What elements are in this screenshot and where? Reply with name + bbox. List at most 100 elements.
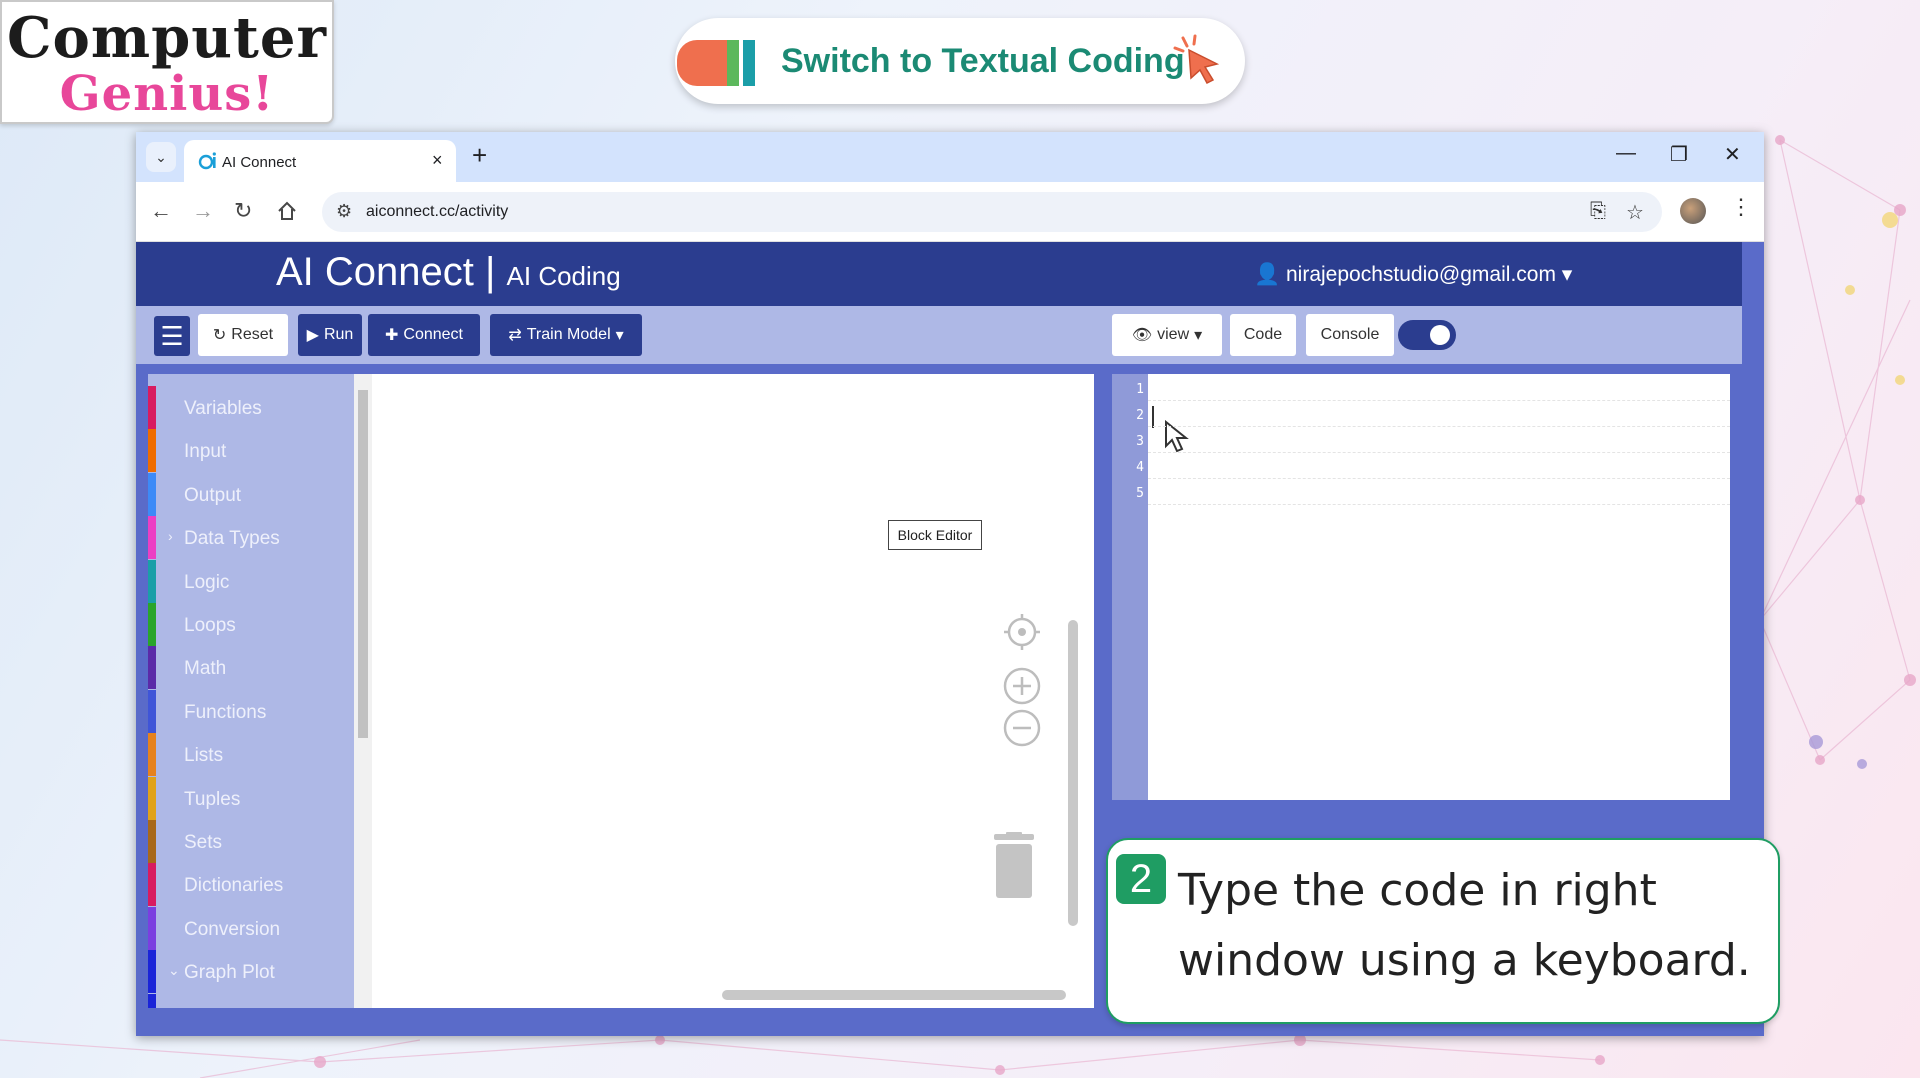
- instruction-callout: 2 Type the code in right window using a …: [1106, 838, 1780, 1024]
- profile-avatar[interactable]: [1680, 198, 1706, 224]
- new-tab-button[interactable]: +: [472, 140, 487, 171]
- category-color-bar: [148, 906, 156, 950]
- category-logic[interactable]: Logic: [148, 559, 354, 603]
- console-button[interactable]: Console: [1306, 314, 1394, 356]
- recenter-icon[interactable]: [1002, 612, 1042, 652]
- home-icon[interactable]: [276, 200, 298, 222]
- category-label: Math: [184, 658, 227, 680]
- sidebar-scroll-thumb[interactable]: [358, 390, 368, 738]
- category-conversion[interactable]: Conversion: [148, 906, 354, 950]
- category-color-bar: [148, 386, 156, 429]
- user-email: nirajepochstudio@gmail.com: [1286, 263, 1556, 286]
- tab-title: AI Connect: [222, 154, 297, 171]
- category-dictionaries[interactable]: Dictionaries: [148, 863, 354, 907]
- code-line[interactable]: [1148, 452, 1730, 453]
- browser-menu-icon[interactable]: ⋮: [1730, 194, 1752, 220]
- category-loops[interactable]: Loops: [148, 603, 354, 646]
- zoom-out-icon[interactable]: [1002, 708, 1042, 748]
- caret-down-icon: ▾: [1194, 327, 1203, 344]
- category-lists[interactable]: Lists: [148, 733, 354, 777]
- line-number: 4: [1136, 460, 1144, 475]
- code-line[interactable]: [1148, 400, 1730, 401]
- code-line[interactable]: [1148, 478, 1730, 479]
- install-app-icon[interactable]: ⎘: [1590, 200, 1606, 223]
- category-label: Logic: [184, 571, 230, 593]
- block-category-sidebar: Variables Input Output › Data Types Logic Loop…: [148, 374, 354, 1008]
- category-label: Graph Plot: [184, 962, 275, 984]
- caret-down-icon: ▾: [1561, 263, 1573, 286]
- app-brand: AI Connect | AI Coding: [276, 250, 621, 295]
- category-functions[interactable]: Functions: [148, 689, 354, 733]
- restore-icon[interactable]: ❐: [1670, 142, 1688, 167]
- category-output[interactable]: Output: [148, 472, 354, 516]
- category-matplot[interactable]: Matplot: [148, 993, 354, 1008]
- play-icon: ▶: [306, 327, 319, 344]
- hamburger-menu-button[interactable]: ☰: [154, 316, 190, 356]
- category-variables[interactable]: Variables: [148, 386, 354, 429]
- click-cursor-icon: [1173, 34, 1220, 84]
- banner-tag-green: [727, 40, 739, 86]
- category-data-types[interactable]: › Data Types: [148, 516, 354, 560]
- code-button[interactable]: Code: [1230, 314, 1296, 356]
- text-caret: [1152, 406, 1154, 428]
- reset-button[interactable]: ↻ Reset: [198, 314, 288, 356]
- category-tuples[interactable]: Tuples: [148, 776, 354, 820]
- toggle-knob: [1430, 325, 1450, 345]
- retweet-icon: ⇄: [508, 327, 522, 344]
- category-label: Data Types: [184, 528, 280, 550]
- category-color-bar: [148, 646, 156, 690]
- category-label: Functions: [184, 701, 267, 723]
- category-color-bar: [148, 993, 156, 1008]
- connect-label: Connect: [403, 326, 463, 343]
- category-sets[interactable]: Sets: [148, 820, 354, 863]
- bookmark-star-icon[interactable]: ☆: [1626, 200, 1644, 225]
- run-label: Run: [323, 326, 354, 343]
- line-number: 5: [1136, 486, 1144, 501]
- step-number-badge: 2: [1116, 854, 1166, 904]
- tab-search-button[interactable]: ⌄: [146, 142, 176, 172]
- sidebar-scrollbar[interactable]: [354, 374, 372, 1008]
- code-line[interactable]: [1148, 426, 1730, 427]
- chevron-down-icon[interactable]: ⌄: [168, 962, 180, 979]
- back-icon[interactable]: ←: [150, 198, 172, 224]
- run-button[interactable]: ▶ Run: [298, 314, 362, 356]
- category-graph-plot[interactable]: ⌄ Graph Plot: [148, 950, 354, 994]
- forward-icon[interactable]: →: [192, 198, 214, 224]
- banner-tag-teal: [743, 40, 755, 86]
- block-workspace[interactable]: Block Editor: [372, 374, 1094, 1008]
- category-math[interactable]: Math: [148, 646, 354, 690]
- train-model-button[interactable]: ⇄ Train Model ▾: [490, 314, 642, 356]
- ai-connect-favicon: [198, 152, 216, 170]
- code-editor[interactable]: 1 2 3 4 5: [1112, 374, 1730, 800]
- category-color-bar: [148, 472, 156, 516]
- category-color-bar: [148, 603, 156, 646]
- workspace-vertical-scrollbar[interactable]: [1068, 620, 1078, 926]
- code-line[interactable]: [1148, 504, 1730, 505]
- connect-button[interactable]: ✚ Connect: [368, 314, 480, 356]
- user-menu[interactable]: 👤 nirajepochstudio@gmail.com ▾: [1254, 262, 1572, 287]
- tab-close-icon[interactable]: ×: [432, 150, 443, 171]
- site-settings-icon[interactable]: ⚙: [336, 201, 352, 222]
- address-bar-row: ← → ↻ ⚙ aiconnect.cc/activity ⎘ ☆ ⋮: [136, 182, 1764, 242]
- tab-ai-connect[interactable]: AI Connect ×: [184, 140, 456, 182]
- category-color-bar: [148, 733, 156, 777]
- reset-label: Reset: [231, 326, 274, 343]
- zoom-in-icon[interactable]: [1002, 666, 1042, 706]
- category-label: Tuples: [184, 788, 241, 810]
- category-label: Output: [184, 484, 242, 506]
- category-input[interactable]: Input: [148, 429, 354, 473]
- view-dropdown[interactable]: 👁 view ▾: [1112, 314, 1222, 356]
- reload-icon[interactable]: ↻: [234, 198, 252, 224]
- app-toolbar: ☰ ↻ Reset ▶ Run ✚ Connect ⇄ Train Model ▾ 👁 vi…: [136, 306, 1742, 364]
- close-window-icon[interactable]: ✕: [1724, 142, 1741, 167]
- trash-icon[interactable]: [988, 832, 1040, 900]
- chevron-right-icon[interactable]: ›: [168, 528, 173, 544]
- editor-toggle[interactable]: [1398, 320, 1456, 350]
- plus-icon: ✚: [385, 327, 399, 344]
- category-label: Variables: [184, 398, 262, 419]
- minimize-icon[interactable]: —: [1616, 142, 1636, 165]
- omnibox[interactable]: ⚙ aiconnect.cc/activity ⎘ ☆: [322, 192, 1662, 232]
- workspace-horizontal-scrollbar[interactable]: [722, 990, 1066, 1000]
- line-number: 2: [1136, 408, 1144, 423]
- category-color-bar: [148, 559, 156, 603]
